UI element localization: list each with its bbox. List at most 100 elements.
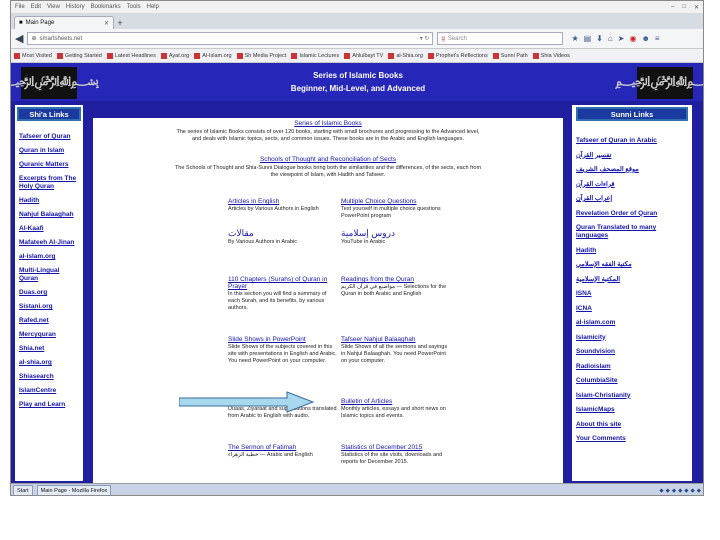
sidebar-link[interactable]: Tafseer of Quran — [15, 133, 83, 141]
tray-icon[interactable]: ◆ — [691, 488, 695, 494]
bookmark-item[interactable]: Getting Started — [56, 52, 102, 59]
sidebar-link[interactable]: ISNA — [572, 290, 692, 298]
sidebar-link[interactable]: موقع المصحف الشریف — [572, 166, 692, 174]
bookmark-item[interactable]: Latest Headlines — [106, 52, 156, 59]
cell-readings-quran[interactable]: Readings from the Quran مواضيع في قرآن ا… — [341, 276, 451, 298]
sidebar-link[interactable]: IslamicMaps — [572, 406, 692, 414]
sidebar-link[interactable]: المكتبة الإسلامية — [572, 276, 692, 284]
send-icon[interactable]: ➤ — [618, 34, 625, 43]
sidebar-link[interactable]: قراءات القرآن — [572, 181, 692, 189]
sidebar-link[interactable]: ColumbiaSite — [572, 377, 692, 385]
bookmark-item[interactable]: Prophet's Reflections — [427, 52, 488, 59]
sidebar-link[interactable]: Duas.org — [15, 289, 83, 297]
sidebar-link[interactable]: Soundvision — [572, 348, 692, 356]
sidebar-link[interactable]: Shia.net — [15, 345, 83, 353]
tray-icon[interactable]: ◆ — [697, 488, 701, 494]
sidebar-link[interactable]: إعراب القرآن — [572, 195, 692, 203]
minimize-icon[interactable]: – — [671, 4, 674, 11]
cell-articles-english[interactable]: Articles in English Articles by Various … — [228, 198, 338, 213]
sidebar-link[interactable]: Radioislam — [572, 363, 692, 371]
sidebar-link[interactable]: Quran Translated to many languages — [572, 224, 692, 240]
bookmark-item[interactable]: Al-Islam.org — [194, 52, 232, 59]
tray-icon[interactable]: ◆ — [684, 488, 688, 494]
cell-statistics[interactable]: Statistics of December 2015 Statistics o… — [341, 444, 451, 466]
sidebar-link[interactable]: ICNA — [572, 305, 692, 313]
bookmark-item[interactable]: Most Visited — [14, 52, 52, 59]
menu-bookmarks[interactable]: Bookmarks — [91, 4, 121, 10]
sidebar-link[interactable]: IslamCentre — [15, 387, 83, 395]
bookmark-item[interactable]: Ahlulbayt TV — [344, 52, 383, 59]
hamburger-menu-icon[interactable]: ≡ — [655, 34, 660, 43]
sidebar-link[interactable]: Mercyquran — [15, 331, 83, 339]
sidebar-link[interactable]: Islamicity — [572, 334, 692, 342]
sidebar-link[interactable]: al-islam.org — [15, 253, 83, 261]
close-icon[interactable]: ✕ — [694, 4, 699, 11]
sidebar-link[interactable]: Revelation Order of Quran — [572, 210, 692, 218]
sidebar-link[interactable]: Shiasearch — [15, 373, 83, 381]
search-box[interactable]: g Search — [437, 32, 564, 45]
menu-view[interactable]: View — [47, 4, 60, 10]
sidebar-link[interactable]: al-shia.org — [15, 359, 83, 367]
chat-icon[interactable]: ☻ — [641, 34, 649, 43]
sidebar-link[interactable]: Nahjul Balaaghah — [15, 211, 83, 219]
sidebar-link[interactable]: Islam-Christianity — [572, 392, 692, 400]
sidebar-link[interactable]: Sistani.org — [15, 303, 83, 311]
new-tab-icon[interactable]: + — [114, 16, 126, 29]
sidebar-link[interactable]: al-islam.com — [572, 319, 692, 327]
dropdown-icon[interactable]: ▾ ↻ — [420, 35, 430, 42]
cell-youtube-arabic[interactable]: دروس إسلامية YouTube in Arabic — [341, 229, 451, 246]
sidebar-link[interactable]: Hadith — [572, 247, 692, 255]
cell-surahs-prayer[interactable]: 110 Chapters (Surahs) of Quran in Prayer… — [228, 276, 338, 312]
maximize-icon[interactable]: □ — [682, 4, 686, 11]
sidebar-link[interactable]: Quranic Matters — [15, 161, 83, 169]
cell-multiple-choice[interactable]: Multiple Choice Questions Test yourself … — [341, 198, 451, 220]
sidebar-link[interactable]: مكتبة الفقه الإسلامي — [572, 261, 692, 269]
start-button[interactable]: Start — [13, 485, 33, 495]
home-icon[interactable]: ⌂ — [608, 34, 613, 43]
sidebar-link[interactable]: Excerpts from The Holy Quran — [15, 175, 83, 191]
sidebar-link[interactable]: About this site — [572, 421, 692, 429]
bookmark-item[interactable]: al-Shia.org — [388, 52, 423, 59]
sidebar-link[interactable]: Rafed.net — [15, 317, 83, 325]
tab-main-page[interactable]: ■ Main Page ✕ — [14, 16, 114, 29]
menu-history[interactable]: History — [66, 4, 85, 10]
back-icon[interactable]: ◀ — [15, 32, 23, 45]
sidebar-link[interactable]: Tafseer of Quran in Arabic — [572, 137, 692, 145]
menu-tools[interactable]: Tools — [127, 4, 141, 10]
bookmark-item[interactable]: Sunni Path — [492, 52, 528, 59]
tab-close-icon[interactable]: ✕ — [104, 20, 109, 27]
cell-articles-arabic[interactable]: مقالات By Various Authors in Arabic — [228, 229, 338, 246]
menu-file[interactable]: File — [15, 4, 25, 10]
tray-icon[interactable]: ◆ — [672, 488, 676, 494]
tray-icon[interactable]: ◆ — [666, 488, 670, 494]
tray-icon[interactable]: ◆ — [659, 488, 663, 494]
bookmark-item[interactable]: Sh Media Project — [236, 52, 286, 59]
main-title-series[interactable]: Series of Islamic Books — [93, 120, 563, 127]
sidebar-link[interactable]: Hadith — [15, 197, 83, 205]
cell-bulletin[interactable]: Bulletin of Articles Monthly articles, e… — [341, 398, 451, 420]
sidebar-link[interactable]: Quran in Islam — [15, 147, 83, 155]
cell-sermon-fatimah[interactable]: The Sermon of Fatimah خطبة الزهراء — Ara… — [228, 444, 338, 459]
sidebar-link[interactable]: Al-Kaafi — [15, 225, 83, 233]
sidebar-link[interactable]: Play and Learn — [15, 401, 83, 409]
sidebar-link[interactable]: تفسیر القرآن — [572, 152, 692, 160]
sidebar-link[interactable]: Multi-Lingual Quran — [15, 267, 83, 283]
shia-links-sidebar: Shi'a Links Tafseer of Quran Quran in Is… — [15, 105, 83, 481]
taskbar-window-button[interactable]: Main Page - Mozilla Firefox — [36, 485, 112, 495]
bookmark-item[interactable]: Islamic Lectures — [291, 52, 339, 59]
tray-icon[interactable]: ◆ — [678, 488, 682, 494]
cell-nahjul-balaaghah[interactable]: Tafseer Nahjul Balaaghah Slide Shows of … — [341, 336, 451, 365]
library-icon[interactable]: ▤ — [584, 34, 592, 43]
menu-help[interactable]: Help — [147, 4, 159, 10]
main-title-schools[interactable]: Schools of Thought and Reconciliation of… — [93, 156, 563, 163]
star-icon[interactable]: ★ — [571, 34, 578, 43]
menu-edit[interactable]: Edit — [31, 4, 41, 10]
sidebar-link[interactable]: Mafateeh Al-Jinan — [15, 239, 83, 247]
download-icon[interactable]: ⬇ — [596, 34, 603, 43]
bookmark-item[interactable]: Ayat.org — [160, 52, 189, 59]
bookmark-item[interactable]: Shia Videos — [532, 52, 570, 59]
url-bar[interactable]: ⊕ smartsheets.net ▾ ↻ — [27, 32, 434, 45]
cell-slide-shows[interactable]: Slide Shows in PowerPoint Slide Shows of… — [228, 336, 338, 365]
sidebar-link[interactable]: Your Comments — [572, 435, 692, 443]
addon-icon[interactable]: ◉ — [629, 34, 636, 43]
